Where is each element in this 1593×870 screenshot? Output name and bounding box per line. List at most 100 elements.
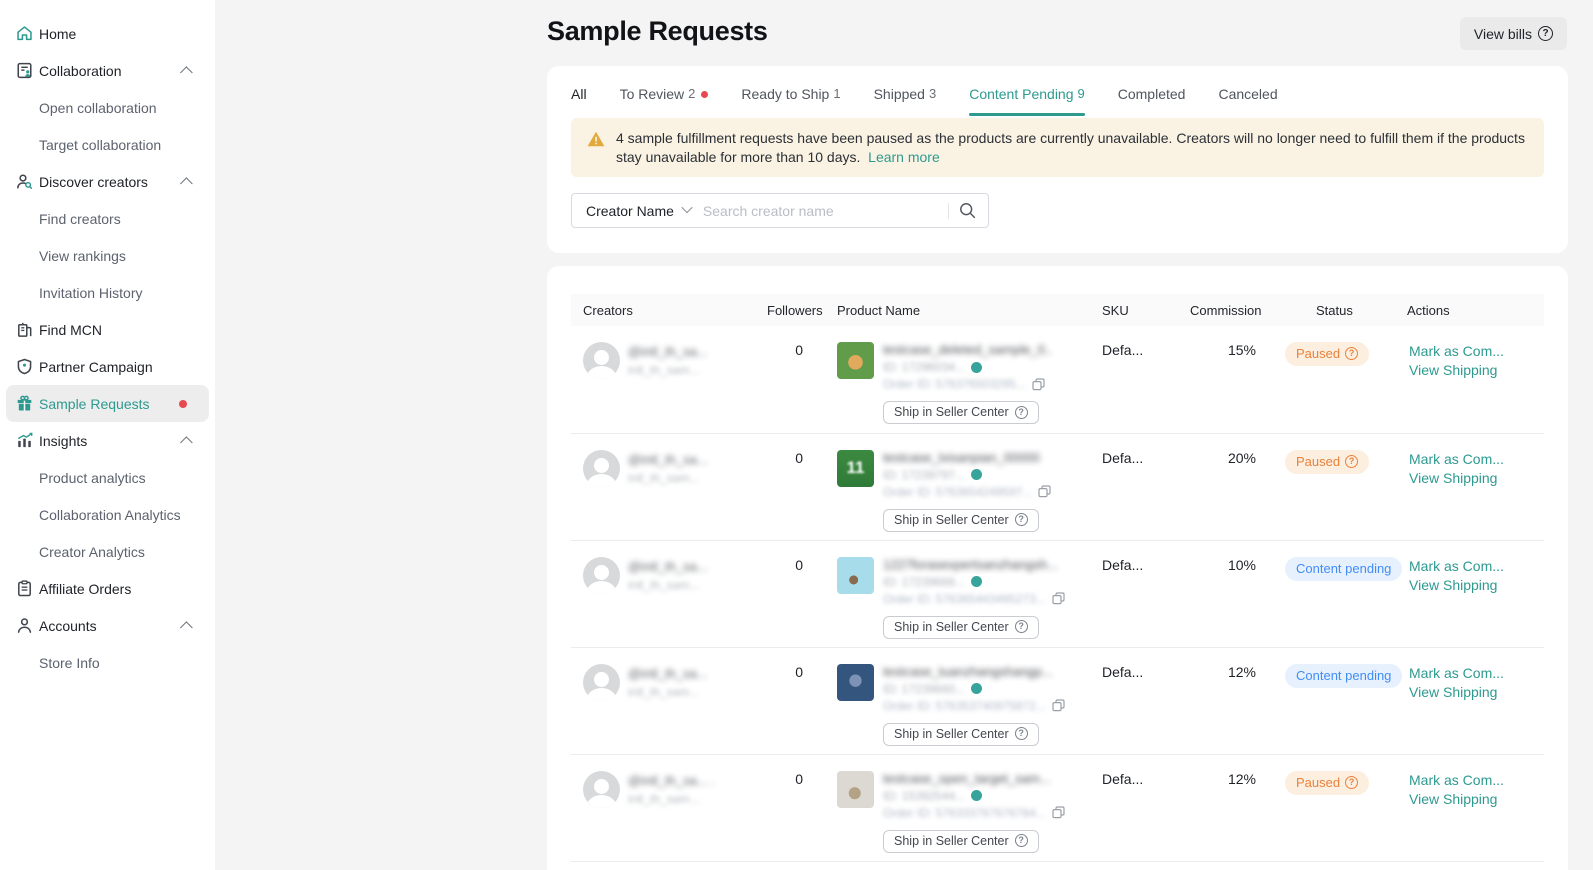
verified-dot-icon [971,469,982,480]
mark-as-complete-link[interactable]: Mark as Com... [1409,557,1544,576]
column-header-actions: Actions [1395,294,1544,326]
product-cell: 1227forasexpertsanzhangsh... ID: 1723966… [837,557,1090,639]
chevron-up-icon[interactable] [180,66,193,79]
sidebar-item-invitation-history[interactable]: Invitation History [0,274,215,311]
product-id-line: ID: 17239666... [883,575,1065,589]
sidebar-item-label: Sample Requests [39,396,175,412]
sidebar-item-find-creators[interactable]: Find creators [0,200,215,237]
sidebar-item-home[interactable]: Home [0,15,215,52]
order-id-line: Order ID: 576353740975872... [883,699,1065,713]
chevron-up-icon[interactable] [180,436,193,449]
chart-icon [15,431,34,450]
followers-value: 0 [755,754,825,861]
sidebar-item-store-info[interactable]: Store Info [0,644,215,681]
person-icon [15,616,34,635]
creator-username: intl_th_sam... [628,363,708,377]
search-filter-select[interactable]: Creator Name [572,203,703,219]
view-shipping-link[interactable]: View Shipping [1409,469,1544,488]
ship-in-seller-center-button[interactable]: Ship in Seller Center ? [883,509,1039,532]
sidebar-item-view-rankings[interactable]: View rankings [0,237,215,274]
mark-as-complete-link[interactable]: Mark as Com... [1409,771,1544,790]
view-shipping-link[interactable]: View Shipping [1409,576,1544,595]
ship-in-seller-center-button[interactable]: Ship in Seller Center ? [883,723,1039,746]
product-id-line: ID: 17239797... [883,468,1051,482]
creator-cell[interactable]: @intl_th_sa... intl_th_sam... [583,450,755,487]
creator-search-input[interactable] [703,203,948,219]
sidebar-item-label: Open collaboration [39,100,181,116]
sidebar-item-collaboration-analytics[interactable]: Collaboration Analytics [0,496,215,533]
tab-label: To Review [620,86,685,102]
copy-icon[interactable] [1032,378,1045,391]
creator-cell[interactable]: @intl_th_sa... intl_th_sam... [583,557,755,594]
sidebar-item-insights[interactable]: Insights [0,422,215,459]
sidebar-item-partner-campaign[interactable]: Partner Campaign [0,348,215,385]
notification-dot [179,400,187,408]
sidebar-item-discover-creators[interactable]: Discover creators [0,163,215,200]
sidebar-item-label: Accounts [39,618,181,634]
tab-shipped[interactable]: Shipped3 [874,86,937,116]
tab-ready-to-ship[interactable]: Ready to Ship1 [741,86,840,116]
order-id: Order ID: 576353740975872... [883,699,1046,713]
sidebar-item-label: Creator Analytics [39,544,181,560]
banner-text: 4 sample fulfillment requests have been … [616,129,1528,166]
sidebar-item-affiliate-orders[interactable]: Affiliate Orders [0,570,215,607]
product-cell: 11 testcase_lxisanpian_00000 ID: 1723979… [837,450,1090,532]
table-row: @intl_th_sa... intl_th_sam... 0 11 testc… [571,433,1544,540]
tab-to-review[interactable]: To Review2 [620,86,709,116]
creator-cell[interactable]: @intl_th_sa... intl_th_sam... [583,342,755,379]
ship-in-seller-center-button[interactable]: Ship in Seller Center ? [883,830,1039,853]
creator-username: intl_th_sam... [628,471,708,485]
view-shipping-link[interactable]: View Shipping [1409,361,1544,380]
learn-more-link[interactable]: Learn more [868,149,940,165]
chevron-up-icon[interactable] [180,621,193,634]
order-id: Order ID: 576365443495273... [883,592,1046,606]
status-label: Content pending [1296,668,1391,683]
tab-content-pending[interactable]: Content Pending9 [969,86,1085,116]
gift-icon [15,394,34,413]
discover-creators-icon [15,172,34,191]
commission-value: 10% [1178,540,1268,647]
mark-as-complete-link[interactable]: Mark as Com... [1409,342,1544,361]
sidebar-item-find-mcn[interactable]: Find MCN [0,311,215,348]
tab-count: 9 [1078,86,1085,101]
mark-as-complete-link[interactable]: Mark as Com... [1409,450,1544,469]
ship-in-seller-center-button[interactable]: Ship in Seller Center ? [883,616,1039,639]
ship-in-seller-center-button[interactable]: Ship in Seller Center ? [883,401,1039,424]
sidebar-item-product-analytics[interactable]: Product analytics [0,459,215,496]
search-button[interactable] [959,202,988,219]
table-header-row: CreatorsFollowersProduct NameSKUCommissi… [571,294,1544,326]
sidebar-item-accounts[interactable]: Accounts [0,607,215,644]
copy-icon[interactable] [1052,699,1065,712]
view-shipping-link[interactable]: View Shipping [1409,683,1544,702]
sidebar-item-open-collaboration[interactable]: Open collaboration [0,89,215,126]
view-shipping-link[interactable]: View Shipping [1409,790,1544,809]
chevron-down-icon [681,202,692,213]
sidebar-item-target-collaboration[interactable]: Target collaboration [0,126,215,163]
sidebar-item-sample-requests[interactable]: Sample Requests [6,385,209,422]
copy-icon[interactable] [1052,806,1065,819]
chevron-up-icon[interactable] [180,177,193,190]
copy-icon[interactable] [1052,592,1065,605]
avatar [583,664,620,701]
product-thumbnail [837,557,874,594]
status-label: Paused [1296,454,1340,469]
sidebar-item-label: Product analytics [39,470,181,486]
order-id: Order ID: 576376503295... [883,377,1026,391]
help-icon: ? [1345,776,1358,789]
mark-as-complete-link[interactable]: Mark as Com... [1409,664,1544,683]
creator-cell[interactable]: @intl_th_sa... . intl_th_sam... [583,771,755,808]
avatar [583,557,620,594]
creator-cell[interactable]: @intl_th_sa... intl_th_sam... [583,664,755,701]
tab-label: All [571,86,587,102]
paused-warning-banner: 4 sample fulfillment requests have been … [571,118,1544,177]
copy-icon[interactable] [1038,485,1051,498]
tab-completed[interactable]: Completed [1118,86,1186,116]
tab-all[interactable]: All [571,86,587,116]
commission-value: 12% [1178,647,1268,754]
sidebar-item-creator-analytics[interactable]: Creator Analytics [0,533,215,570]
avatar [583,771,620,808]
tab-canceled[interactable]: Canceled [1218,86,1277,116]
sidebar-item-collaboration[interactable]: Collaboration [0,52,215,89]
order-id-line: Order ID: 576365443495273... [883,592,1065,606]
view-bills-button[interactable]: View bills ? [1460,17,1567,50]
